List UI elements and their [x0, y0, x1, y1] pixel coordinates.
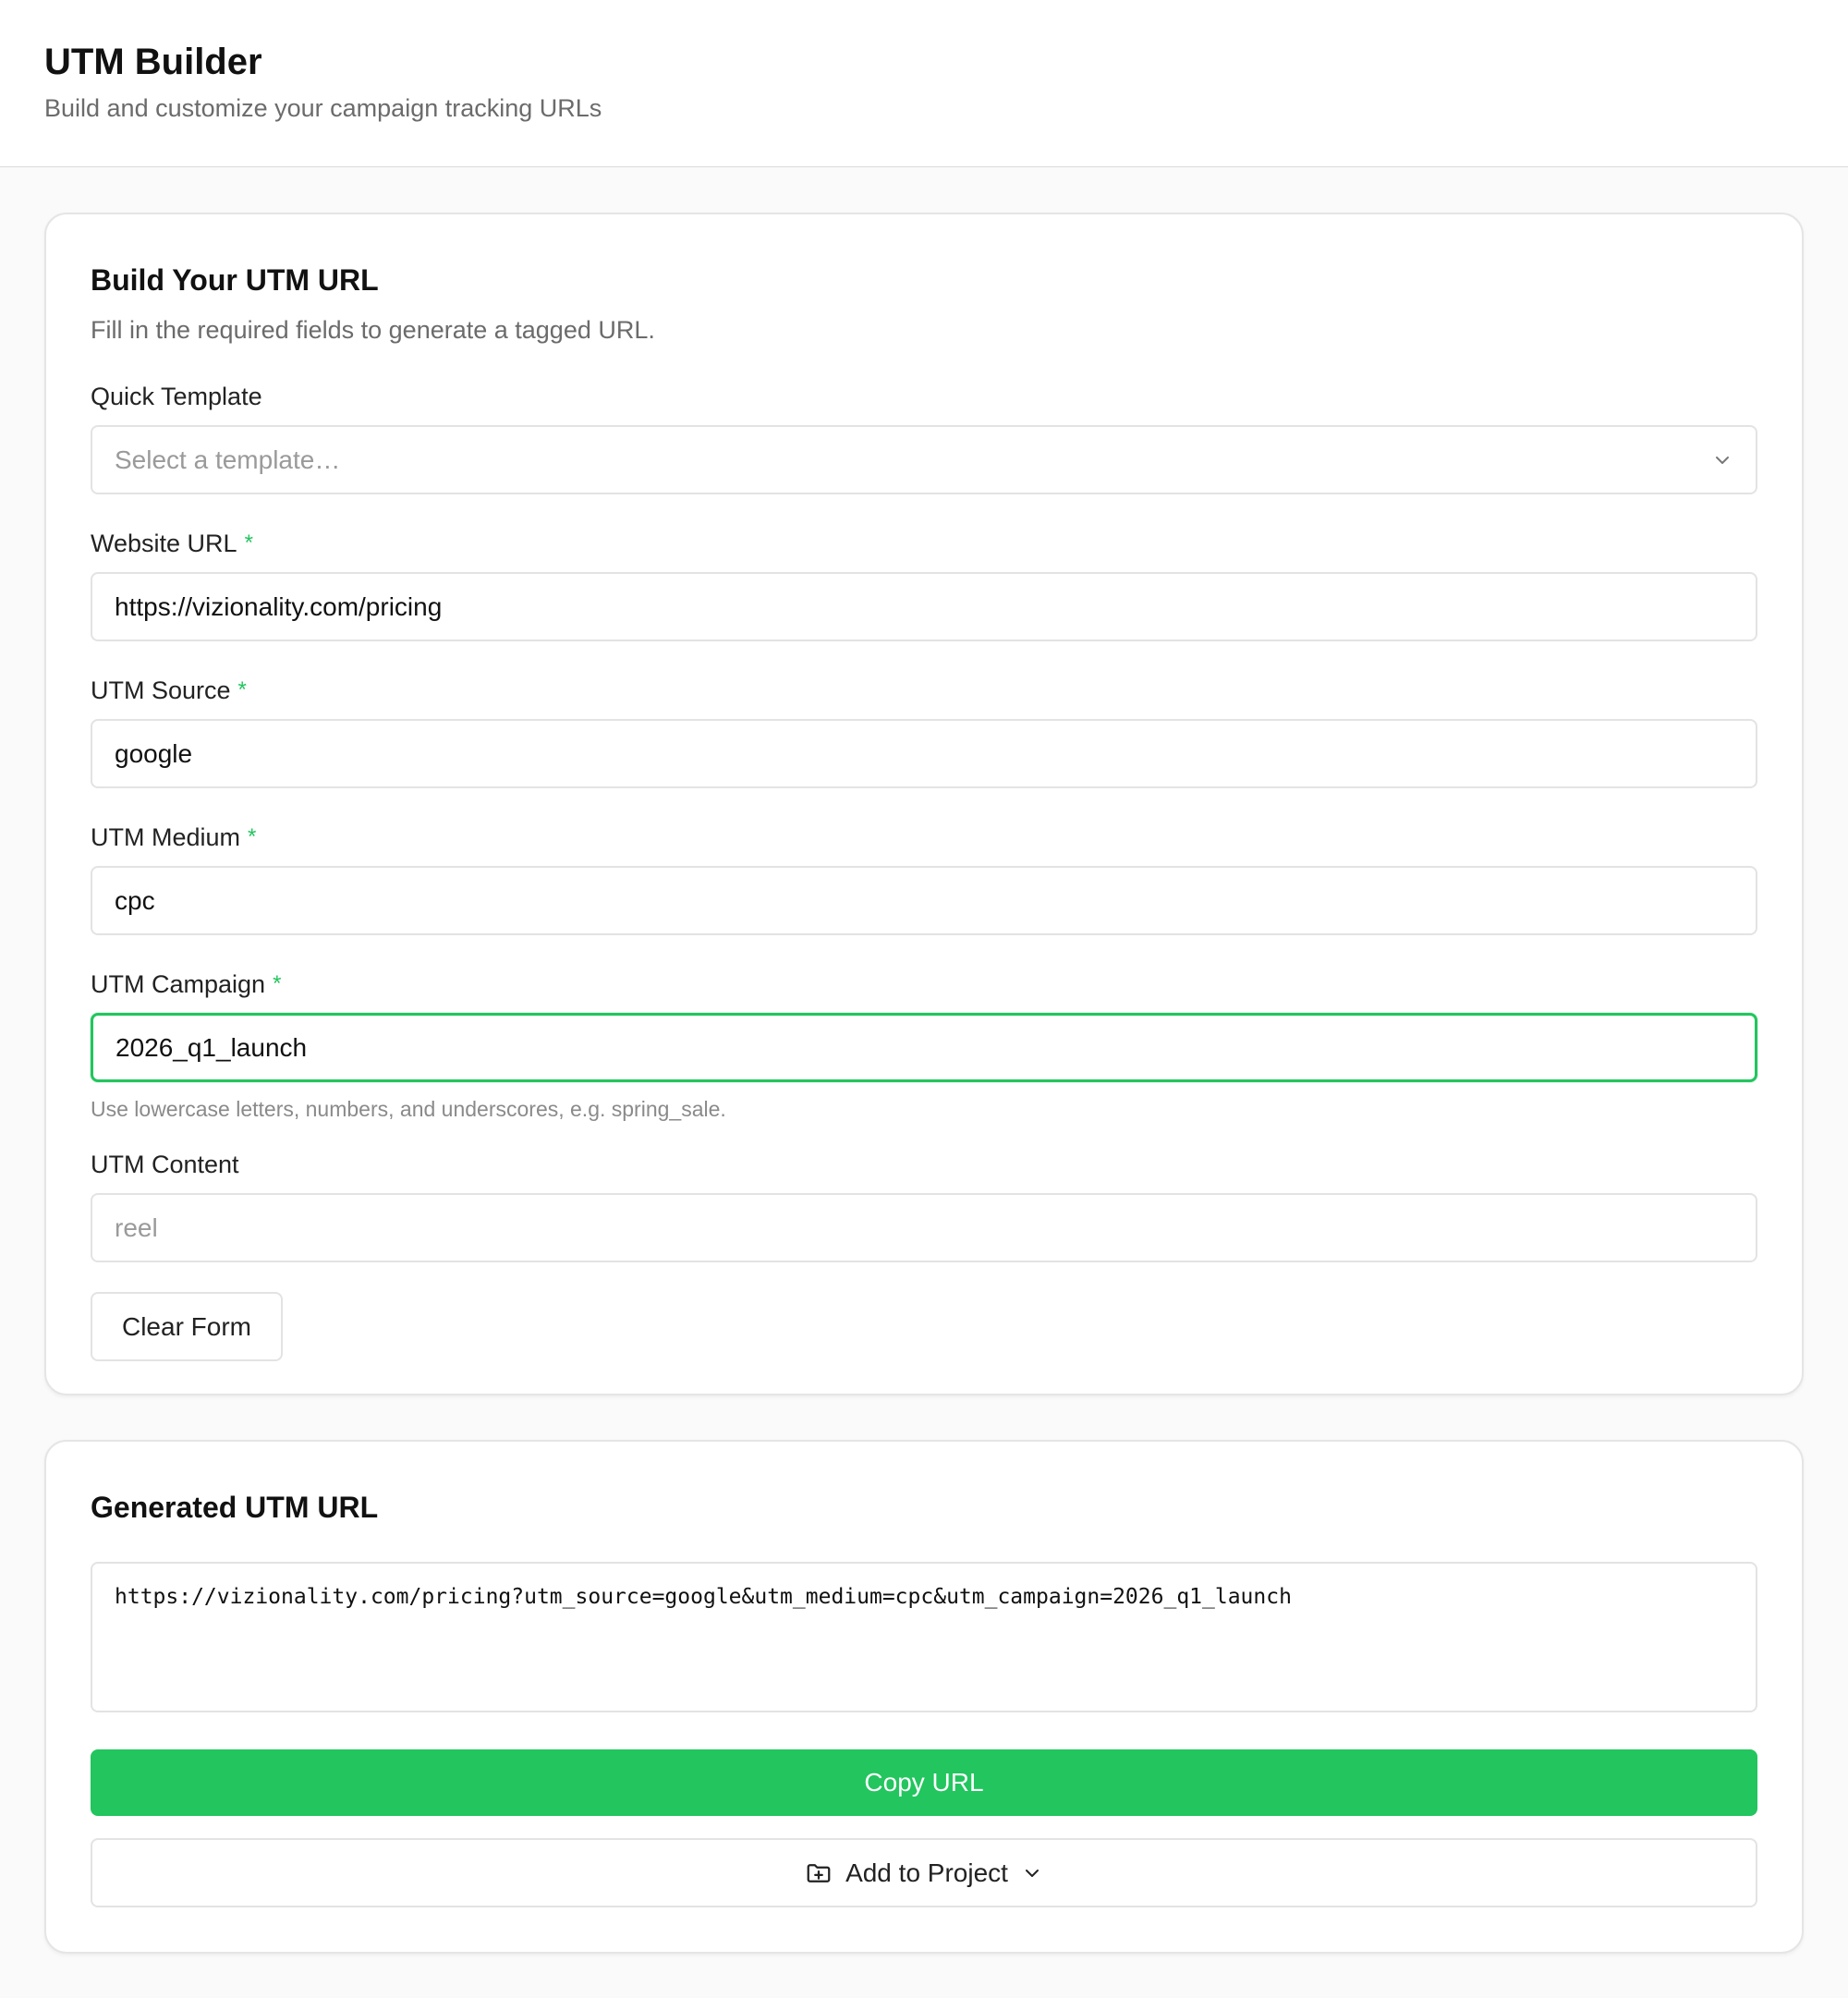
utm-source-group: UTM Source * google — [91, 675, 1757, 788]
template-label: Quick Template — [91, 381, 1757, 412]
generated-title: Generated UTM URL — [91, 1491, 379, 1524]
page-title: UTM Builder — [44, 42, 262, 82]
utm-source-label-text: UTM Source — [91, 676, 231, 704]
template-label-text: Quick Template — [91, 383, 262, 410]
website-url-group: Website URL * https://vizionality.com/pr… — [91, 528, 1757, 641]
add-to-project-label: Add to Project — [845, 1858, 1008, 1887]
chevron-down-icon — [1025, 1869, 1039, 1877]
utm-source-input[interactable]: google — [91, 719, 1757, 788]
utm-campaign-label: UTM Campaign * — [91, 969, 1757, 1000]
template-select-value: Select a template… — [115, 445, 341, 474]
utm-campaign-hint: Use lowercase letters, numbers, and unde… — [91, 1097, 726, 1121]
website-url-label: Website URL * — [91, 528, 1757, 559]
utm-content-group: UTM Content reel — [91, 1149, 1757, 1262]
app-header: UTM Builder Build and customize your cam… — [0, 0, 1848, 167]
add-to-project-button[interactable]: Add to Project — [91, 1838, 1757, 1907]
utm-medium-label-text: UTM Medium — [91, 823, 241, 851]
utm-medium-group: UTM Medium * cpc — [91, 822, 1757, 935]
required-mark: * — [273, 971, 282, 996]
utm-medium-label: UTM Medium * — [91, 822, 1757, 853]
page-subtitle: Build and customize your campaign tracki… — [44, 94, 602, 122]
utm-content-label: UTM Content — [91, 1149, 1757, 1180]
generated-url-output[interactable]: https://vizionality.com/pricing?utm_sour… — [91, 1562, 1757, 1712]
builder-title: Build Your UTM URL — [91, 263, 379, 297]
required-mark: * — [248, 824, 257, 849]
utm-content-input[interactable]: reel — [91, 1193, 1757, 1262]
utm-campaign-input[interactable]: 2026_q1_launch — [91, 1013, 1757, 1082]
utm-campaign-label-text: UTM Campaign — [91, 970, 266, 998]
website-url-label-text: Website URL — [91, 530, 237, 557]
website-url-input[interactable]: https://vizionality.com/pricing — [91, 572, 1757, 641]
chevron-down-icon — [1716, 456, 1729, 464]
clear-form-button[interactable]: Clear Form — [91, 1292, 283, 1361]
utm-content-label-text: UTM Content — [91, 1151, 239, 1178]
utm-medium-input[interactable]: cpc — [91, 866, 1757, 935]
builder-description: Fill in the required fields to generate … — [91, 316, 655, 344]
template-select[interactable]: Select a template… — [91, 425, 1757, 494]
required-mark: * — [244, 530, 253, 555]
copy-url-button[interactable]: Copy URL — [91, 1749, 1757, 1816]
required-mark: * — [237, 677, 247, 702]
builder-card: Build Your UTM URL Fill in the required … — [44, 213, 1804, 1395]
utm-campaign-group: UTM Campaign * 2026_q1_launch Use lowerc… — [91, 969, 1757, 1123]
generated-card: Generated UTM URL https://vizionality.co… — [44, 1440, 1804, 1954]
utm-source-label: UTM Source * — [91, 675, 1757, 706]
folder-plus-icon — [807, 1863, 831, 1882]
template-group: Quick Template Select a template… — [91, 381, 1757, 494]
